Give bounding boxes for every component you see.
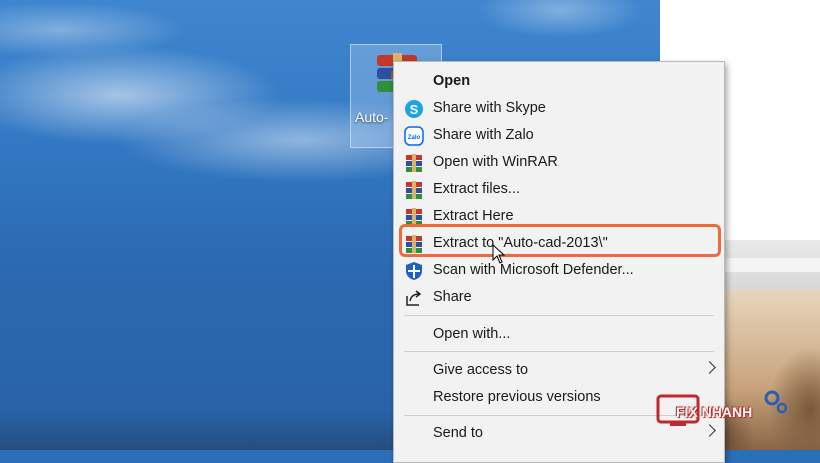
mouse-cursor-icon [492, 244, 506, 264]
highlight-box [399, 224, 721, 257]
winrar-icon [406, 181, 422, 199]
menu-item-label: Extract files... [433, 181, 521, 197]
svg-text:S: S [410, 102, 419, 117]
menu-separator [404, 315, 714, 316]
menu-separator [404, 351, 714, 352]
menu-item-label: Open with... [433, 326, 511, 342]
chevron-right-icon [703, 361, 716, 374]
defender-shield-icon [406, 262, 422, 280]
share-icon [406, 290, 422, 306]
menu-item-label: Extract Here [433, 208, 514, 224]
menu-item-share[interactable]: Share [394, 284, 724, 311]
menu-item-open-winrar[interactable]: Open with WinRAR [394, 149, 724, 176]
svg-text:Zalo: Zalo [408, 135, 421, 141]
watermark-logo: FIX NHANH [652, 388, 792, 434]
menu-item-share-skype[interactable]: S Share with Skype [394, 95, 724, 122]
menu-item-open-with[interactable]: Open with... [394, 321, 724, 348]
menu-item-label: Share [433, 289, 472, 305]
wallpaper-ground [0, 410, 400, 450]
watermark-text: FIX NHANH [676, 404, 753, 420]
menu-item-label: Send to [433, 425, 483, 441]
menu-item-scan-defender[interactable]: Scan with Microsoft Defender... [394, 257, 724, 284]
desktop-file-label: Auto- [355, 109, 389, 125]
menu-item-label: Restore previous versions [433, 389, 601, 405]
menu-item-label: Scan with Microsoft Defender... [433, 262, 634, 278]
menu-item-label: Share with Skype [433, 100, 546, 116]
menu-item-open[interactable]: Open [394, 68, 724, 95]
skype-icon: S [405, 100, 423, 118]
winrar-icon [406, 154, 422, 172]
menu-item-share-zalo[interactable]: Zalo Share with Zalo [394, 122, 724, 149]
zalo-icon: Zalo [404, 126, 424, 146]
menu-item-give-access[interactable]: Give access to [394, 357, 724, 384]
menu-item-label: Give access to [433, 362, 529, 378]
menu-item-label: Open with WinRAR [433, 154, 558, 170]
menu-item-extract-files[interactable]: Extract files... [394, 176, 724, 203]
menu-item-label: Open [433, 73, 471, 89]
menu-item-label: Share with Zalo [433, 127, 534, 143]
